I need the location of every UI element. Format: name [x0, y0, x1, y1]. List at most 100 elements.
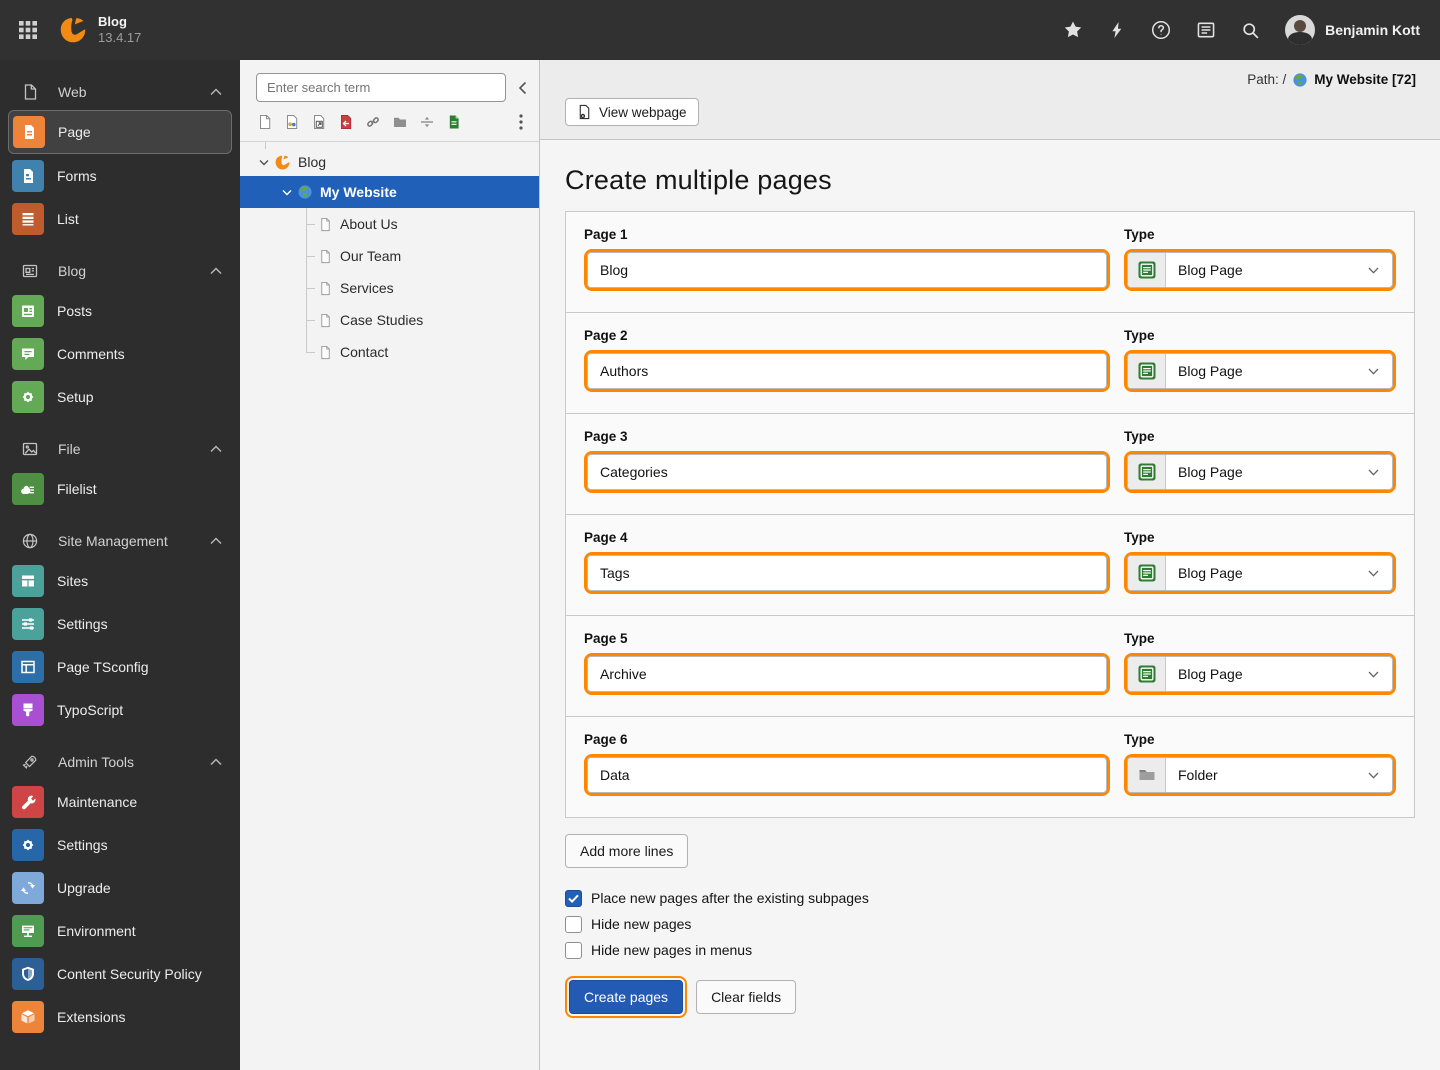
sidebar-item-label: Maintenance: [57, 793, 138, 810]
sidebar-item-extensions[interactable]: Extensions: [0, 995, 240, 1038]
page-type-select-4[interactable]: Blog Page: [1127, 555, 1393, 591]
sidebar-item-filelist[interactable]: Filelist: [0, 467, 240, 510]
chevron-up-icon: [210, 537, 222, 545]
sidebar-item-label: Posts: [57, 302, 93, 319]
section-header-site-management[interactable]: Site Management: [0, 523, 240, 559]
page-type-select-6[interactable]: Folder: [1127, 757, 1393, 793]
module-content: Path: / My Website [72] View webpage Cre…: [540, 60, 1440, 1070]
checkbox-box[interactable]: [565, 889, 582, 907]
blog-doc-icon[interactable]: [446, 114, 462, 130]
gear-outline-icon: [21, 1060, 39, 1061]
collapse-tree-icon[interactable]: [518, 81, 527, 95]
section-label: Web: [58, 84, 87, 100]
section-header-web[interactable]: Web: [0, 74, 240, 110]
spacer-icon[interactable]: [419, 114, 435, 130]
section-header-file[interactable]: File: [0, 431, 240, 467]
mountpoint-page-icon[interactable]: [338, 114, 354, 130]
page-type-select-2[interactable]: Blog Page: [1127, 353, 1393, 389]
tree-toolbar: [240, 102, 539, 142]
sidebar-item-page-tsconfig[interactable]: Page TSconfig: [0, 645, 240, 688]
sidebar-item-label: Forms: [57, 167, 97, 184]
page-type-select-3[interactable]: Blog Page: [1127, 454, 1393, 490]
search-icon[interactable]: [1241, 21, 1260, 40]
chevron-down-icon[interactable]: [259, 159, 269, 166]
section-header-system-partial[interactable]: System: [0, 1051, 240, 1061]
focus-ring: Create pages: [565, 976, 688, 1018]
user-menu[interactable]: Benjamin Kott: [1285, 15, 1420, 45]
page-title-input-6[interactable]: [587, 757, 1107, 793]
bolt-icon[interactable]: [1108, 21, 1126, 39]
type-label: Type: [1124, 732, 1155, 747]
type-label: Type: [1124, 227, 1155, 242]
bookmarks-icon[interactable]: [1196, 20, 1216, 40]
view-webpage-button[interactable]: View webpage: [565, 98, 699, 126]
typo3-logo-small: [274, 154, 291, 171]
sidebar-item-admin-settings[interactable]: Settings: [0, 823, 240, 866]
help-icon[interactable]: [1151, 20, 1171, 40]
form-row-page-6: Page 6 Type: [566, 717, 1414, 817]
checkbox-place-after-subpages[interactable]: Place new pages after the existing subpa…: [565, 885, 1415, 911]
clear-fields-button[interactable]: Clear fields: [696, 980, 797, 1014]
chevron-down-icon: [1368, 570, 1379, 577]
sidebar-item-label: Comments: [57, 345, 125, 362]
tree-node-services[interactable]: Services: [240, 272, 539, 304]
shortcut-page-icon[interactable]: [311, 114, 327, 130]
page-title-input-2[interactable]: [587, 353, 1107, 389]
link-icon[interactable]: [365, 114, 381, 130]
checkbox-hide-new-pages-in-menus[interactable]: Hide new pages in menus: [565, 937, 1415, 963]
checkbox-hide-new-pages[interactable]: Hide new pages: [565, 911, 1415, 937]
checkbox-box[interactable]: [565, 941, 582, 959]
sidebar-item-page[interactable]: Page: [8, 110, 232, 154]
checkbox-box[interactable]: [565, 915, 582, 933]
tree-connector: [300, 272, 315, 304]
sidebar-item-list[interactable]: List: [0, 197, 240, 240]
sidebar-item-typoscript[interactable]: TypoScript: [0, 688, 240, 731]
page-title-input-1[interactable]: [587, 252, 1107, 288]
more-menu-icon[interactable]: [519, 114, 523, 130]
checkbox-label: Hide new pages: [591, 916, 692, 932]
tree-node-contact[interactable]: Contact: [240, 336, 539, 368]
tree-node-label: Case Studies: [340, 312, 424, 328]
sidebar-item-site-settings[interactable]: Settings: [0, 602, 240, 645]
sidebar-item-setup[interactable]: Setup: [0, 375, 240, 418]
tree-node-case-studies[interactable]: Case Studies: [240, 304, 539, 336]
form-row-page-5: Page 5 Type: [566, 616, 1414, 717]
sidebar-item-posts[interactable]: Posts: [0, 289, 240, 332]
sidebar-item-sites[interactable]: Sites: [0, 559, 240, 602]
chevron-down-icon[interactable]: [282, 189, 292, 196]
new-page-icon[interactable]: [257, 114, 273, 130]
tree-node-root[interactable]: Blog: [240, 148, 539, 176]
sidebar-item-comments[interactable]: Comments: [0, 332, 240, 375]
create-pages-label: Create pages: [584, 989, 669, 1005]
tree-search-input[interactable]: [256, 73, 506, 102]
tree-node-my-website[interactable]: My Website: [240, 176, 539, 208]
backend-section-page-icon[interactable]: [284, 114, 300, 130]
page-title-input-5[interactable]: [587, 656, 1107, 692]
section-header-admin-tools[interactable]: Admin Tools: [0, 744, 240, 780]
star-icon[interactable]: [1063, 20, 1083, 40]
sidebar-item-maintenance[interactable]: Maintenance: [0, 780, 240, 823]
tree-node-about-us[interactable]: About Us: [240, 208, 539, 240]
chevron-up-icon: [210, 445, 222, 453]
page-type-select-1[interactable]: Blog Page: [1127, 252, 1393, 288]
sidebar-item-environment[interactable]: Environment: [0, 909, 240, 952]
folder-icon[interactable]: [392, 114, 408, 130]
breadcrumb: Path: / My Website [72]: [565, 71, 1416, 88]
tree-node-our-team[interactable]: Our Team: [240, 240, 539, 272]
sidebar-item-forms[interactable]: Forms: [0, 154, 240, 197]
page-icon: [318, 345, 333, 360]
add-more-lines-button[interactable]: Add more lines: [565, 834, 689, 868]
page-title-input-3[interactable]: [587, 454, 1107, 490]
section-header-blog[interactable]: Blog: [0, 253, 240, 289]
page-title-input-4[interactable]: [587, 555, 1107, 591]
page-tree: Blog My Website About Us Our Team Servic…: [240, 142, 539, 368]
create-pages-button[interactable]: Create pages: [569, 980, 684, 1014]
module-menu-toggle-icon[interactable]: [17, 19, 39, 41]
sidebar-item-upgrade[interactable]: Upgrade: [0, 866, 240, 909]
path-current-page[interactable]: My Website [72]: [1314, 72, 1416, 87]
sidebar-item-content-security-policy[interactable]: Content Security Policy: [0, 952, 240, 995]
globe-site-icon: [297, 184, 313, 200]
tree-node-label: Our Team: [340, 248, 402, 264]
filelist-module-icon: [12, 472, 44, 505]
page-type-select-5[interactable]: Blog Page: [1127, 656, 1393, 692]
